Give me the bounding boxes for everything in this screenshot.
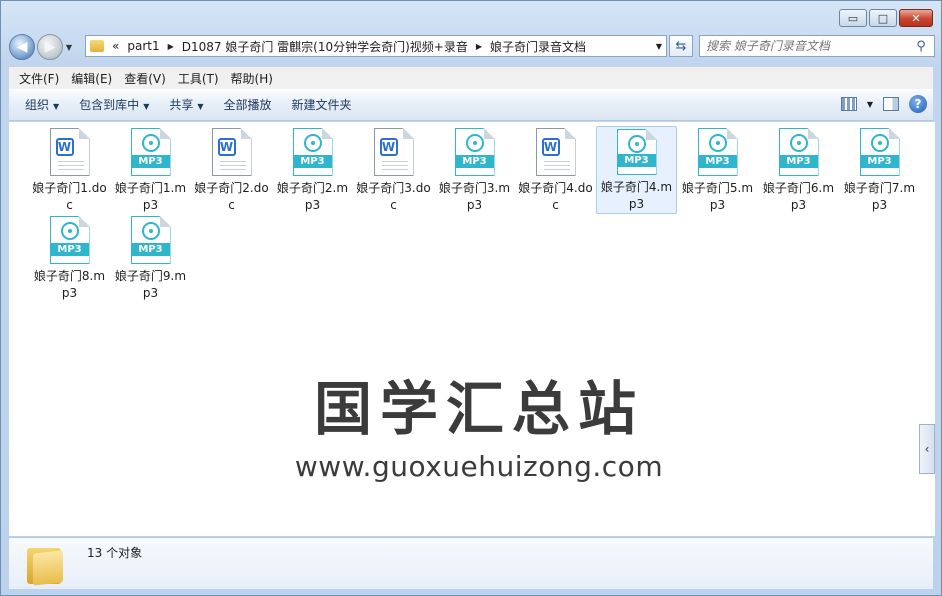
view-controls: ▼ ? [840, 95, 927, 113]
breadcrumb-current-folder[interactable]: 娘子奇门录音文档 [486, 38, 590, 55]
file-item[interactable]: MP3 娘子奇门4.mp3 [596, 126, 677, 214]
file-item[interactable]: W 娘子奇门3.doc [353, 126, 434, 214]
caption-buttons: ▭ □ ✕ [839, 9, 933, 27]
details-pane: 13 个对象 [9, 537, 933, 589]
share-button[interactable]: 共享 ▼ [159, 92, 213, 117]
menu-bar: 文件(F) 编辑(E) 查看(V) 工具(T) 帮助(H) [9, 67, 933, 89]
mp3-audio-icon: MP3 [454, 128, 495, 176]
back-button[interactable]: ◀ [9, 34, 35, 60]
close-button[interactable]: ✕ [899, 9, 933, 27]
file-item[interactable]: W 娘子奇门1.doc [29, 126, 110, 214]
watermark-title: 国学汇总站 [313, 375, 644, 443]
change-view-icon[interactable] [840, 97, 857, 111]
file-item[interactable]: W 娘子奇门4.doc [515, 126, 596, 214]
file-name: 娘子奇门3.doc [356, 181, 431, 212]
breadcrumb-part1[interactable]: part1 [123, 39, 163, 53]
file-name: 娘子奇门4.doc [518, 181, 593, 212]
file-name: 娘子奇门1.mp3 [114, 181, 187, 212]
file-name: 娘子奇门1.doc [32, 181, 107, 212]
word-document-icon: W [373, 128, 414, 176]
maximize-button[interactable]: □ [869, 9, 897, 27]
word-document-icon: W [49, 128, 90, 176]
share-label: 共享 [169, 98, 194, 112]
refresh-button[interactable]: ⇆ [669, 35, 693, 57]
file-item[interactable]: MP3 娘子奇门5.mp3 [677, 126, 758, 214]
menu-tools[interactable]: 工具(T) [172, 70, 225, 87]
word-document-icon: W [535, 128, 576, 176]
word-document-icon: W [211, 128, 252, 176]
file-item[interactable]: MP3 娘子奇门1.mp3 [110, 126, 191, 214]
breadcrumb-separator-icon[interactable]: ▶ [164, 42, 178, 51]
mp3-audio-icon: MP3 [130, 216, 171, 264]
mp3-audio-icon: MP3 [697, 128, 738, 176]
folder-icon [90, 40, 104, 52]
file-grid: W 娘子奇门1.doc MP3 娘子奇门1.mp3 W 娘子奇门2.doc MP3 娘子奇门2… [29, 126, 929, 302]
mp3-audio-icon: MP3 [859, 128, 900, 176]
include-in-library-button[interactable]: 包含到库中 ▼ [69, 92, 159, 117]
play-all-button[interactable]: 全部播放 [214, 92, 282, 117]
file-item[interactable]: MP3 娘子奇门8.mp3 [29, 214, 110, 302]
file-name: 娘子奇门5.mp3 [681, 181, 754, 212]
explorer-window: ▭ □ ✕ ◀ ▶ ▼ « part1 ▶ D1087 娘子奇门 雷麒宗(10分… [0, 0, 942, 596]
mp3-audio-icon: MP3 [292, 128, 333, 176]
file-item[interactable]: MP3 娘子奇门3.mp3 [434, 126, 515, 214]
menu-view[interactable]: 查看(V) [118, 70, 172, 87]
file-item[interactable]: MP3 娘子奇门9.mp3 [110, 214, 191, 302]
folder-icon [27, 544, 63, 586]
navigation-bar: ◀ ▶ ▼ « part1 ▶ D1087 娘子奇门 雷麒宗(10分钟学会奇门)… [9, 33, 935, 61]
chevron-down-icon: ▼ [143, 102, 150, 111]
mp3-audio-icon: MP3 [616, 129, 657, 175]
new-folder-button[interactable]: 新建文件夹 [282, 92, 362, 117]
breadcrumb-separator-icon[interactable]: ▶ [472, 42, 486, 51]
file-name: 娘子奇门4.mp3 [600, 180, 673, 211]
item-count: 13 个对象 [87, 546, 143, 560]
organize-button[interactable]: 组织 ▼ [15, 92, 69, 117]
address-dropdown-icon[interactable]: ▼ [656, 42, 662, 51]
search-box[interactable]: ⚲ [699, 35, 935, 57]
mp3-audio-icon: MP3 [49, 216, 90, 264]
search-input[interactable] [706, 37, 912, 55]
breadcrumb-overflow[interactable]: « [108, 39, 123, 53]
forward-button[interactable]: ▶ [37, 34, 63, 60]
minimize-button[interactable]: ▭ [839, 9, 867, 27]
file-name: 娘子奇门8.mp3 [33, 269, 106, 300]
menu-help[interactable]: 帮助(H) [225, 70, 279, 87]
file-list-pane[interactable]: W 娘子奇门1.doc MP3 娘子奇门1.mp3 W 娘子奇门2.doc MP3 娘子奇门2… [9, 122, 935, 536]
organize-label: 组织 [25, 98, 50, 112]
help-icon[interactable]: ? [909, 95, 927, 113]
file-name: 娘子奇门2.doc [194, 181, 269, 212]
address-bar[interactable]: « part1 ▶ D1087 娘子奇门 雷麒宗(10分钟学会奇门)视频+录音 … [85, 35, 667, 57]
watermark: 国学汇总站 www.guoxuehuizong.com [279, 362, 679, 483]
mp3-audio-icon: MP3 [130, 128, 171, 176]
command-bar: 组织 ▼ 包含到库中 ▼ 共享 ▼ 全部播放 新建文件夹 ▼ ? [9, 89, 933, 121]
file-item[interactable]: MP3 娘子奇门6.mp3 [758, 126, 839, 214]
show-pane-toggle[interactable]: ‹ [919, 424, 935, 474]
file-item[interactable]: MP3 娘子奇门2.mp3 [272, 126, 353, 214]
file-item[interactable]: W 娘子奇门2.doc [191, 126, 272, 214]
breadcrumb-course-folder[interactable]: D1087 娘子奇门 雷麒宗(10分钟学会奇门)视频+录音 [178, 38, 472, 55]
menu-file[interactable]: 文件(F) [13, 70, 65, 87]
menu-edit[interactable]: 编辑(E) [65, 70, 118, 87]
view-options-dropdown-icon[interactable]: ▼ [867, 100, 873, 109]
file-name: 娘子奇门9.mp3 [114, 269, 187, 300]
file-name: 娘子奇门6.mp3 [762, 181, 835, 212]
mp3-audio-icon: MP3 [778, 128, 819, 176]
file-name: 娘子奇门2.mp3 [276, 181, 349, 212]
recent-pages-dropdown[interactable]: ▼ [63, 43, 75, 52]
file-name: 娘子奇门3.mp3 [438, 181, 511, 212]
chevron-down-icon: ▼ [53, 102, 60, 111]
watermark-url: www.guoxuehuizong.com [294, 450, 664, 483]
file-name: 娘子奇门7.mp3 [843, 181, 916, 212]
search-icon[interactable]: ⚲ [912, 39, 930, 54]
chevron-down-icon: ▼ [197, 102, 204, 111]
preview-pane-icon[interactable] [883, 97, 899, 111]
include-library-label: 包含到库中 [79, 98, 140, 112]
file-item[interactable]: MP3 娘子奇门7.mp3 [839, 126, 920, 214]
